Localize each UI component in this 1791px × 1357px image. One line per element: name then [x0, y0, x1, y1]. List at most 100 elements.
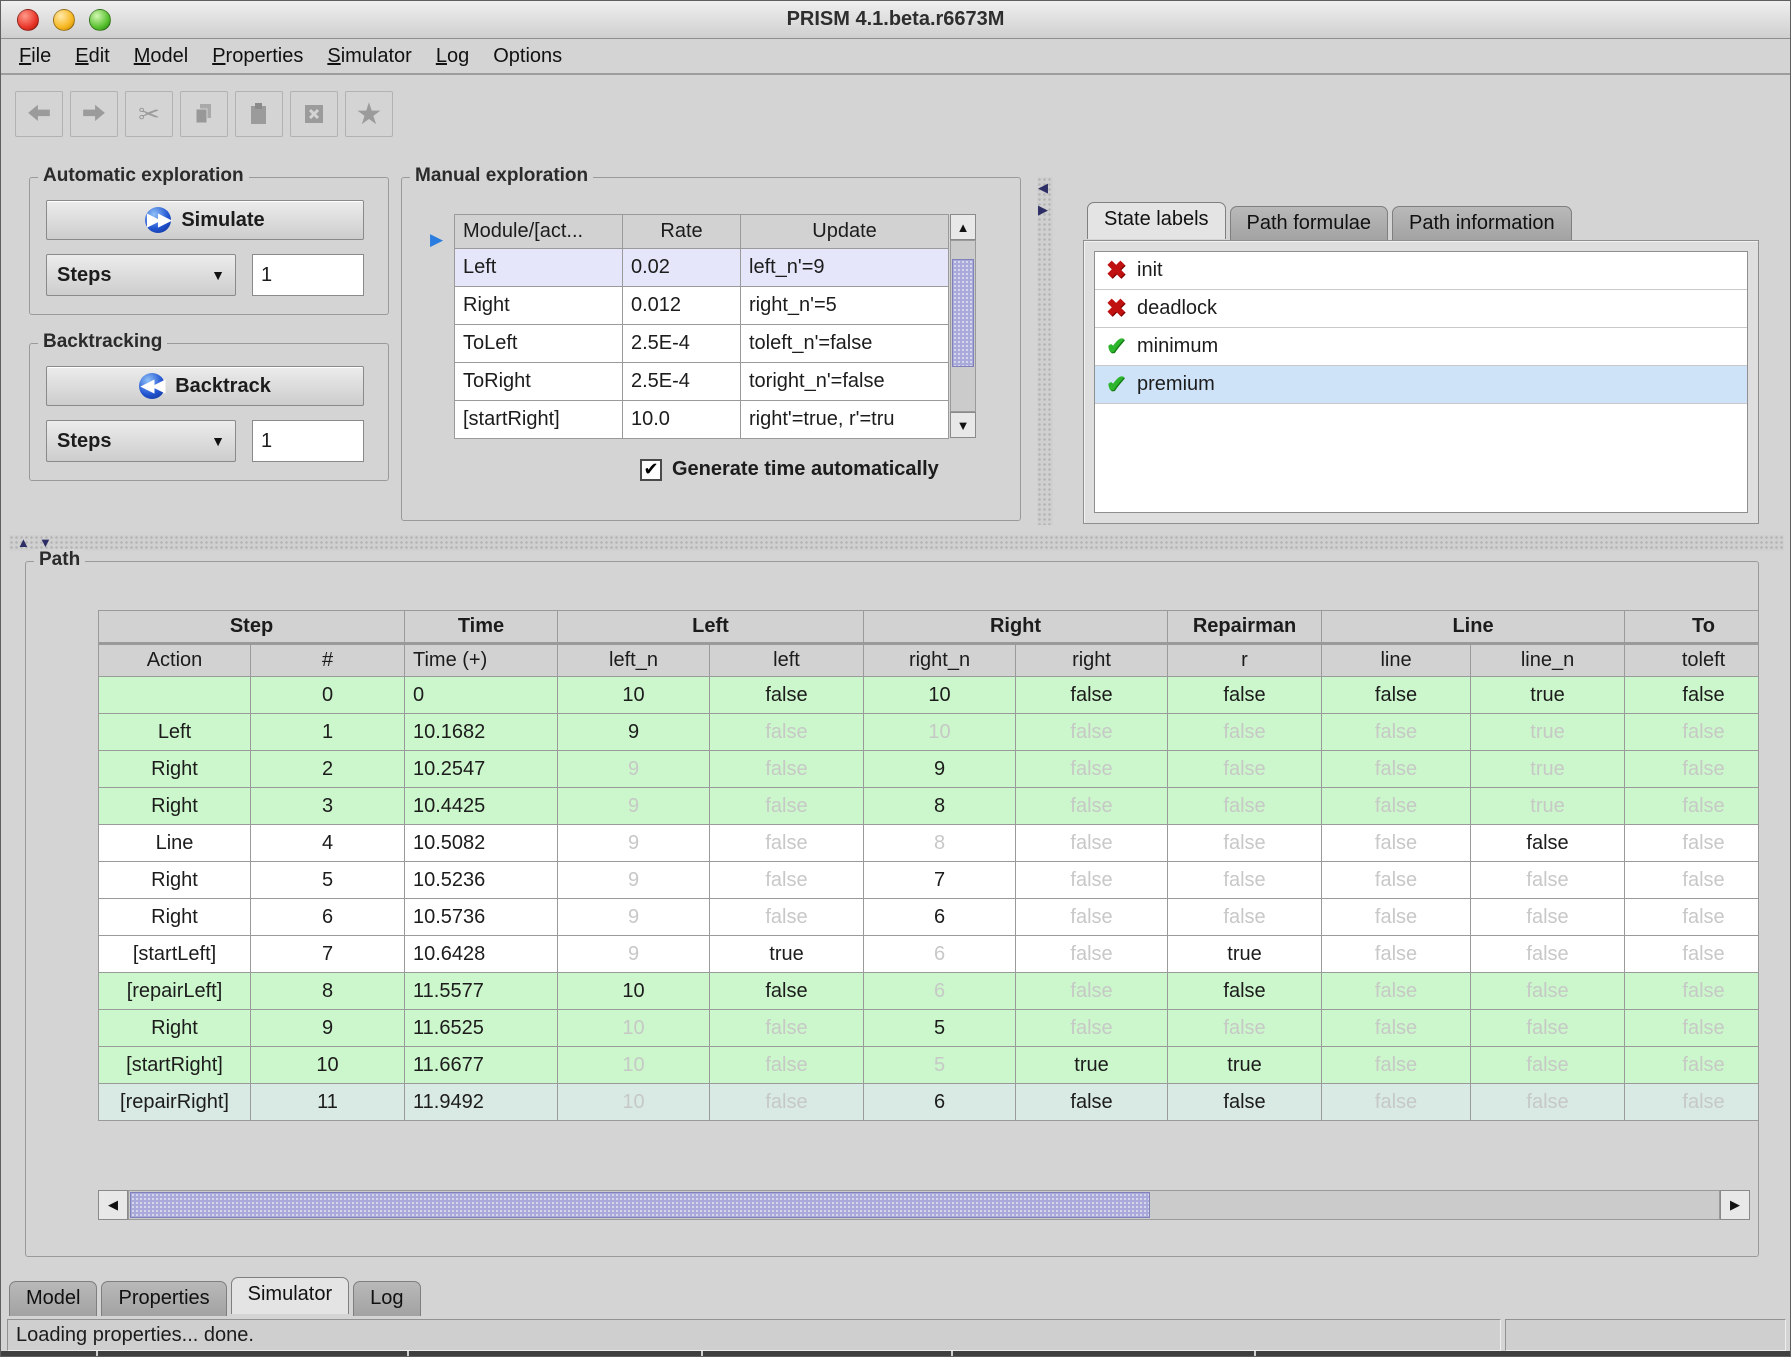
collapse-up-icon[interactable]: ▲ [17, 536, 30, 550]
manual-row-Right[interactable]: Right0.012right_n'=5 [455, 287, 949, 325]
collapse-left-icon[interactable]: ◀ [1038, 181, 1048, 195]
generate-time-checkbox[interactable]: ✔ [640, 459, 662, 481]
cell: 10.6428 [405, 936, 558, 973]
forward-arrow-button[interactable] [70, 91, 118, 137]
cell: false [1016, 899, 1168, 936]
cell: false [1322, 751, 1471, 788]
red-cross-icon: ✖ [1101, 256, 1131, 285]
star-icon: ★ [356, 97, 383, 132]
path-row-8[interactable]: [repairLeft]811.557710false6falsefalsefa… [99, 973, 1759, 1010]
collapse-right-icon[interactable]: ▶ [1038, 203, 1048, 217]
cell: false [1168, 899, 1322, 936]
backtrack-label: Backtrack [175, 375, 271, 398]
menu-log[interactable]: Log [424, 41, 481, 72]
manual-row-Left[interactable]: Left0.02left_n'=9 [455, 249, 949, 287]
path-table: StepTimeLeftRightRepairmanLineToAction#T… [98, 610, 1758, 1121]
path-row-1[interactable]: Left110.16829false10falsefalsefalsetruef… [99, 714, 1759, 751]
scroll-thumb[interactable] [130, 1192, 1150, 1218]
state-label-text: minimum [1137, 335, 1218, 358]
cut-icon-button[interactable]: ✂ [125, 91, 173, 137]
tab-state-labels[interactable]: State labels [1087, 202, 1226, 239]
simulate-steps-dropdown[interactable]: Steps ▼ [46, 254, 236, 296]
manual-exploration-table: Module/[act...RateUpdate Left0.02left_n'… [454, 214, 949, 439]
manual-row-ToLeft[interactable]: ToLeft2.5E-4toleft_n'=false [455, 325, 949, 363]
tab-path-information[interactable]: Path information [1392, 206, 1572, 241]
selected-transition-pointer-icon: ▶ [430, 230, 443, 250]
group-header-to: To [1625, 611, 1758, 644]
cell: Right [455, 287, 623, 325]
group-header-right: Right [864, 611, 1168, 644]
path-row-5[interactable]: Right510.52369false7falsefalsefalsefalse… [99, 862, 1759, 899]
toolbar: ✂★ [1, 77, 1790, 151]
cell: 0.012 [623, 287, 741, 325]
scroll-track[interactable] [950, 240, 976, 412]
vertical-split-divider[interactable]: ◀ ▶ [1037, 177, 1053, 525]
cell: 10 [864, 714, 1016, 751]
path-row-3[interactable]: Right310.44259false8falsefalsefalsetruef… [99, 788, 1759, 825]
cell: false [1322, 973, 1471, 1010]
path-row-11[interactable]: [repairRight]1111.949210false6falsefalse… [99, 1084, 1759, 1121]
delete-icon-button[interactable] [290, 91, 338, 137]
path-row-6[interactable]: Right610.57369false6falsefalsefalsefalse… [99, 899, 1759, 936]
cell: 11.6525 [405, 1010, 558, 1047]
backtracking-group: Backtracking ◀◀ Backtrack Steps ▼ 1 [29, 343, 389, 481]
scroll-left-button[interactable]: ◀ [98, 1190, 128, 1220]
path-table-clip: StepTimeLeftRightRepairmanLineToAction#T… [98, 610, 1758, 1126]
manual-row-ToRight[interactable]: ToRight2.5E-4toright_n'=false [455, 363, 949, 401]
menu-file[interactable]: File [7, 41, 63, 72]
state-label-minimum[interactable]: ✔minimum [1095, 328, 1747, 366]
path-row-10[interactable]: [startRight]1011.667710false5truetruefal… [99, 1047, 1759, 1084]
tab-model[interactable]: Model [9, 1281, 97, 1316]
scroll-track[interactable] [128, 1190, 1720, 1220]
tab-simulator[interactable]: Simulator [231, 1277, 349, 1314]
backtrack-button[interactable]: ◀◀ Backtrack [46, 366, 364, 406]
cell: 3 [251, 788, 405, 825]
cell: 9 [558, 899, 710, 936]
scroll-down-button[interactable]: ▼ [950, 412, 976, 438]
window-bottom-edge [1, 1351, 1790, 1357]
tab-properties[interactable]: Properties [101, 1281, 226, 1316]
backtrack-steps-dropdown[interactable]: Steps ▼ [46, 420, 236, 462]
backtrack-steps-input[interactable]: 1 [252, 420, 364, 462]
cell: false [1168, 973, 1322, 1010]
cell: false [710, 677, 864, 714]
paste-icon-button[interactable] [235, 91, 283, 137]
cell: left_n'=9 [741, 249, 949, 287]
backtrack-icon: ◀◀ [139, 373, 165, 399]
cell: 7 [864, 862, 1016, 899]
manual-table-scrollbar: ▲ ▼ [950, 214, 976, 438]
scroll-up-button[interactable]: ▲ [950, 214, 976, 240]
path-row-4[interactable]: Line410.50829false8falsefalsefalsefalsef… [99, 825, 1759, 862]
cell: 10 [558, 1010, 710, 1047]
state-label-premium[interactable]: ✔premium [1095, 366, 1747, 404]
simulate-button[interactable]: ▶▶ Simulate [46, 200, 364, 240]
state-label-init[interactable]: ✖init [1095, 252, 1747, 290]
back-arrow-button[interactable] [15, 91, 63, 137]
cell: right_n'=5 [741, 287, 949, 325]
cell: false [1016, 677, 1168, 714]
horizontal-split-divider[interactable]: ▲ ▼ [9, 535, 1784, 551]
sub-header-left_n: left_n [558, 644, 710, 677]
manual-row-startRight[interactable]: [startRight]10.0right'=true, r'=tru [455, 401, 949, 439]
cell: false [1168, 751, 1322, 788]
menu-simulator[interactable]: Simulator [315, 41, 423, 72]
scroll-right-button[interactable]: ▶ [1720, 1190, 1750, 1220]
path-row-9[interactable]: Right911.652510false5falsefalsefalsefals… [99, 1010, 1759, 1047]
path-row-2[interactable]: Right210.25479false9falsefalsefalsetruef… [99, 751, 1759, 788]
star-icon-button[interactable]: ★ [345, 91, 393, 137]
sub-header-#: # [251, 644, 405, 677]
path-row-7[interactable]: [startLeft]710.64289true6falsetruefalsef… [99, 936, 1759, 973]
tab-path-formulae[interactable]: Path formulae [1230, 206, 1389, 241]
cell: false [1471, 862, 1625, 899]
path-row-0[interactable]: 0010false10falsefalsefalsetruefalse [99, 677, 1759, 714]
simulate-steps-input[interactable]: 1 [252, 254, 364, 296]
menu-options[interactable]: Options [481, 41, 574, 72]
tab-log[interactable]: Log [353, 1281, 420, 1316]
copy-icon-button[interactable] [180, 91, 228, 137]
collapse-down-icon[interactable]: ▼ [39, 536, 52, 550]
state-label-deadlock[interactable]: ✖deadlock [1095, 290, 1747, 328]
scroll-thumb[interactable] [952, 259, 974, 367]
menu-edit[interactable]: Edit [63, 41, 121, 72]
menu-properties[interactable]: Properties [200, 41, 315, 72]
menu-model[interactable]: Model [122, 41, 200, 72]
